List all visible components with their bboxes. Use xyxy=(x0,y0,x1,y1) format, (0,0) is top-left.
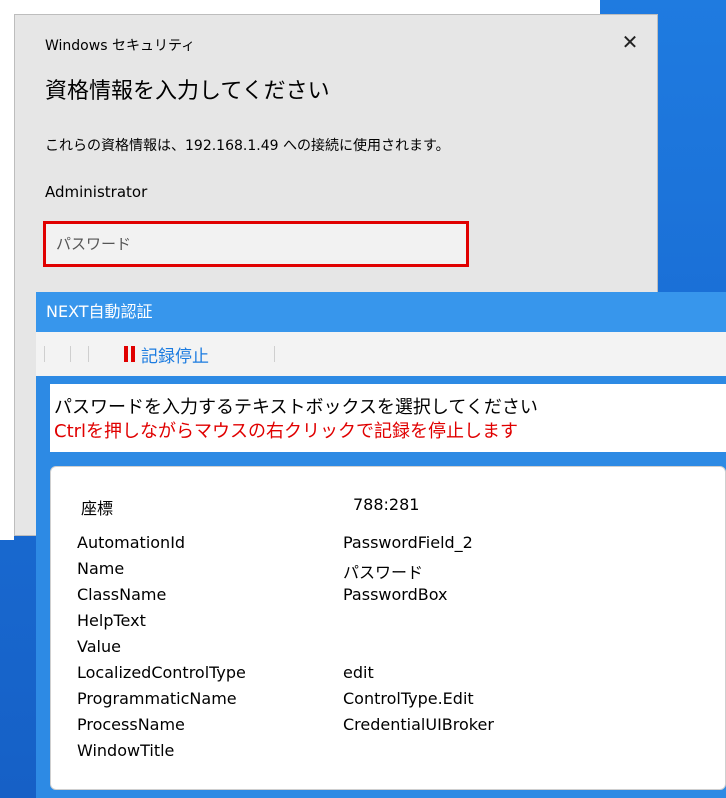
desktop-left-strip xyxy=(0,0,14,540)
property-value: ControlType.Edit xyxy=(343,689,474,708)
property-key: Name xyxy=(77,559,125,578)
property-row: LocalizedControlType edit xyxy=(51,663,725,689)
desktop-top-strip xyxy=(0,0,600,14)
property-row: HelpText xyxy=(51,611,725,637)
stop-recording-button[interactable]: 記録停止 xyxy=(124,340,209,368)
property-row: WindowTitle xyxy=(51,741,725,767)
property-row: ClassName PasswordBox xyxy=(51,585,725,611)
toolbar-grip xyxy=(88,346,89,362)
property-row: ProgrammaticName ControlType.Edit xyxy=(51,689,725,715)
dialog-description: これらの資格情報は、192.168.1.49 への接続に使用されます。 xyxy=(45,138,450,154)
property-value: PasswordBox xyxy=(343,585,448,604)
property-row: Name パスワード xyxy=(51,559,725,585)
instruction-box: パスワードを入力するテキストボックスを選択してください Ctrlを押しながらマウ… xyxy=(50,384,726,452)
next-auth-window: NEXT自動認証 記録停止 パスワードを入力するテキストボックスを選択してくださ… xyxy=(36,292,726,798)
instruction-warning: Ctrlを押しながらマウスの右クリックで記録を停止します xyxy=(54,421,519,442)
property-row: AutomationId PasswordField_2 xyxy=(51,533,725,559)
property-value: パスワード xyxy=(343,563,424,582)
password-input[interactable]: パスワード xyxy=(43,221,469,267)
property-value: edit xyxy=(343,663,374,682)
property-row: Value xyxy=(51,637,725,663)
property-key: LocalizedControlType xyxy=(77,663,246,682)
toolbar-grip xyxy=(70,346,71,362)
username-label: Administrator xyxy=(45,183,148,201)
dialog-title: Windows セキュリティ xyxy=(45,38,196,54)
element-info-panel: 座標 788:281 AutomationId PasswordField_2 … xyxy=(50,466,726,790)
instruction-text: パスワードを入力するテキストボックスを選択してください xyxy=(54,397,538,418)
toolbar-separator xyxy=(274,346,275,362)
property-key: ClassName xyxy=(77,585,167,604)
coord-value: 788:281 xyxy=(353,495,420,514)
toolbar-grip xyxy=(44,346,45,362)
property-value: PasswordField_2 xyxy=(343,533,473,552)
property-row: ProcessName CredentialUIBroker xyxy=(51,715,725,741)
stop-recording-label: 記録停止 xyxy=(141,346,209,367)
coord-label: 座標 xyxy=(81,499,114,518)
property-key: AutomationId xyxy=(77,533,186,552)
property-key: WindowTitle xyxy=(77,741,175,760)
toolbar: 記録停止 xyxy=(36,332,726,376)
property-key: Value xyxy=(77,637,121,656)
next-window-title: NEXT自動認証 xyxy=(36,292,726,332)
dialog-heading: 資格情報を入力してください xyxy=(45,79,330,104)
property-key: HelpText xyxy=(77,611,146,630)
pause-icon xyxy=(124,346,135,362)
property-key: ProgrammaticName xyxy=(77,689,237,708)
property-value: CredentialUIBroker xyxy=(343,715,494,734)
property-key: ProcessName xyxy=(77,715,185,734)
close-icon[interactable]: ✕ xyxy=(617,29,643,55)
